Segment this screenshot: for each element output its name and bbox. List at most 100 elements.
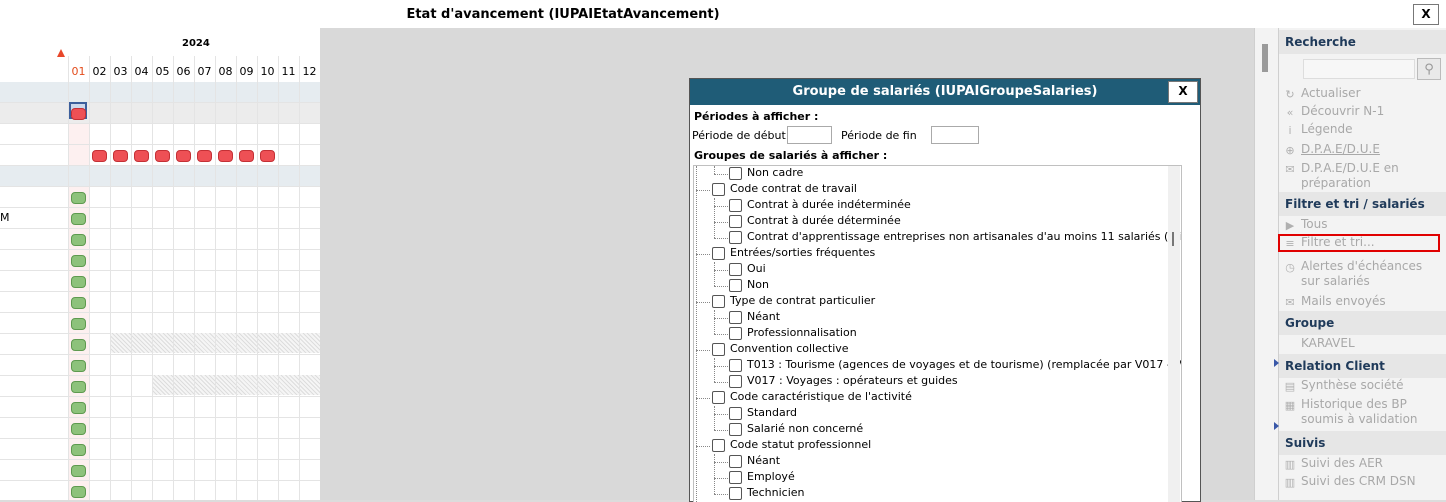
tree-item[interactable]: V017 : Voyages : opérateurs et guides <box>729 374 958 390</box>
table-row[interactable] <box>0 292 320 313</box>
side-item-mails-envoy-s[interactable]: ✉ Mails envoyés <box>1283 294 1443 309</box>
status-pill-red[interactable] <box>92 150 107 162</box>
tree-item[interactable]: Néant <box>729 310 780 326</box>
table-row[interactable] <box>0 124 320 145</box>
status-pill-green[interactable] <box>71 192 86 204</box>
tree-item[interactable]: Type de contrat particulier <box>712 294 875 310</box>
status-pill-red[interactable] <box>71 108 86 120</box>
status-pill-green[interactable] <box>71 465 86 477</box>
status-pill-green[interactable] <box>71 213 86 225</box>
status-pill-green[interactable] <box>71 402 86 414</box>
scrollbar-thumb[interactable] <box>1262 44 1268 72</box>
tree-item[interactable]: Salarié non concerné <box>729 422 863 438</box>
tree-checkbox[interactable] <box>729 374 742 388</box>
table-row[interactable] <box>0 460 320 481</box>
tree-item[interactable]: Contrat d'apprentissage entreprises non … <box>729 230 1181 246</box>
table-row[interactable] <box>0 355 320 376</box>
employee-group-tree[interactable]: Non cadre Code contrat de travail Contrat … <box>693 165 1182 502</box>
expand-arrow-icon[interactable] <box>1274 359 1279 367</box>
tree-checkbox[interactable] <box>729 310 742 324</box>
status-pill-green[interactable] <box>71 423 86 435</box>
tree-item[interactable]: Convention collective <box>712 342 849 358</box>
tree-checkbox[interactable] <box>729 230 742 244</box>
tree-item[interactable]: Code statut professionnel <box>712 438 871 454</box>
side-item-alertes-d-ch-ances-sur-salari-s[interactable]: ◷ Alertes d'échéances sur salariés <box>1283 259 1443 289</box>
tree-checkbox[interactable] <box>729 262 742 276</box>
tree-item[interactable]: Néant <box>729 454 780 470</box>
tree-checkbox[interactable] <box>712 438 725 452</box>
status-pill-red[interactable] <box>155 150 170 162</box>
table-row[interactable] <box>0 229 320 250</box>
side-item-d-couvrir-n-1[interactable]: « Découvrir N-1 <box>1283 104 1443 119</box>
tree-item[interactable]: Professionnalisation <box>729 326 857 342</box>
section-row[interactable] <box>0 166 320 187</box>
status-pill-green[interactable] <box>71 486 86 498</box>
table-row[interactable] <box>0 397 320 418</box>
status-pill-green[interactable] <box>71 444 86 456</box>
status-pill-red[interactable] <box>197 150 212 162</box>
tree-checkbox[interactable] <box>729 166 742 180</box>
tree-checkbox[interactable] <box>729 214 742 228</box>
tree-item[interactable]: Contrat à durée indéterminée <box>729 198 911 214</box>
table-row[interactable] <box>0 250 320 271</box>
tree-checkbox[interactable] <box>729 326 742 340</box>
side-item-suivi-des-crm-dsn[interactable]: ▥ Suivi des CRM DSN <box>1283 474 1443 489</box>
dialog-close-button[interactable]: X <box>1168 81 1198 103</box>
tree-item[interactable]: Non cadre <box>729 166 803 182</box>
status-pill-green[interactable] <box>71 318 86 330</box>
tree-item[interactable]: Entrées/sorties fréquentes <box>712 246 875 262</box>
tree-item[interactable]: Contrat à durée déterminée <box>729 214 901 230</box>
side-item-actualiser[interactable]: ↻ Actualiser <box>1283 86 1443 101</box>
table-row[interactable] <box>0 418 320 439</box>
tree-checkbox[interactable] <box>729 278 742 292</box>
status-pill-red[interactable] <box>218 150 233 162</box>
tree-checkbox[interactable] <box>712 182 725 196</box>
status-pill-green[interactable] <box>71 339 86 351</box>
side-item-historique-des-bp-soumis-validation[interactable]: ▦ Historique des BP soumis à validation <box>1283 397 1443 427</box>
expand-arrow-icon[interactable] <box>1274 422 1279 430</box>
tree-item[interactable]: Non <box>729 278 769 294</box>
tree-checkbox[interactable] <box>712 390 725 404</box>
table-row[interactable] <box>0 481 320 500</box>
window-close-button[interactable]: X <box>1413 4 1439 25</box>
table-row[interactable] <box>0 103 320 124</box>
tree-checkbox[interactable] <box>712 342 725 356</box>
status-pill-red[interactable] <box>260 150 275 162</box>
end-period-input[interactable] <box>931 126 979 144</box>
tree-checkbox[interactable] <box>729 470 742 484</box>
status-pill-green[interactable] <box>71 360 86 372</box>
tree-checkbox[interactable] <box>729 422 742 436</box>
status-pill-red[interactable] <box>134 150 149 162</box>
table-row[interactable] <box>0 313 320 334</box>
side-item-d-p-a-e-d-u-e-en-pr-paration[interactable]: ✉ D.P.A.E/D.U.E en préparation <box>1283 161 1443 191</box>
tree-item[interactable]: Code contrat de travail <box>712 182 857 198</box>
section-row[interactable] <box>0 82 320 103</box>
table-row[interactable] <box>0 439 320 460</box>
tree-checkbox[interactable] <box>729 486 742 500</box>
side-item-d-p-a-e-d-u-e[interactable]: ⊕ D.P.A.E/D.U.E <box>1283 142 1443 157</box>
tree-item[interactable]: Standard <box>729 406 797 422</box>
tree-item[interactable]: Oui <box>729 262 766 278</box>
status-pill-red[interactable] <box>176 150 191 162</box>
table-row[interactable] <box>0 208 320 229</box>
tree-checkbox[interactable] <box>729 358 742 372</box>
status-pill-green[interactable] <box>71 381 86 393</box>
start-period-input[interactable] <box>787 126 832 144</box>
tree-checkbox[interactable] <box>729 198 742 212</box>
tree-item[interactable]: Employé <box>729 470 795 486</box>
tree-scrollbar[interactable] <box>1168 166 1180 502</box>
status-pill-green[interactable] <box>71 297 86 309</box>
side-item-suivi-des-aer[interactable]: ▥ Suivi des AER <box>1283 456 1443 471</box>
status-pill-green[interactable] <box>71 234 86 246</box>
tree-item[interactable]: T013 : Tourisme (agences de voyages et d… <box>729 358 1181 374</box>
tree-scrollbar-thumb[interactable] <box>1172 232 1174 246</box>
status-pill-green[interactable] <box>71 255 86 267</box>
tree-checkbox[interactable] <box>712 294 725 308</box>
table-row[interactable] <box>0 271 320 292</box>
search-button[interactable]: ⚲ <box>1417 58 1441 80</box>
tree-checkbox[interactable] <box>729 406 742 420</box>
side-item-synth-se-soci-t[interactable]: ▤ Synthèse société <box>1283 378 1443 393</box>
tree-checkbox[interactable] <box>712 246 725 260</box>
status-pill-red[interactable] <box>239 150 254 162</box>
search-input[interactable] <box>1303 59 1415 79</box>
